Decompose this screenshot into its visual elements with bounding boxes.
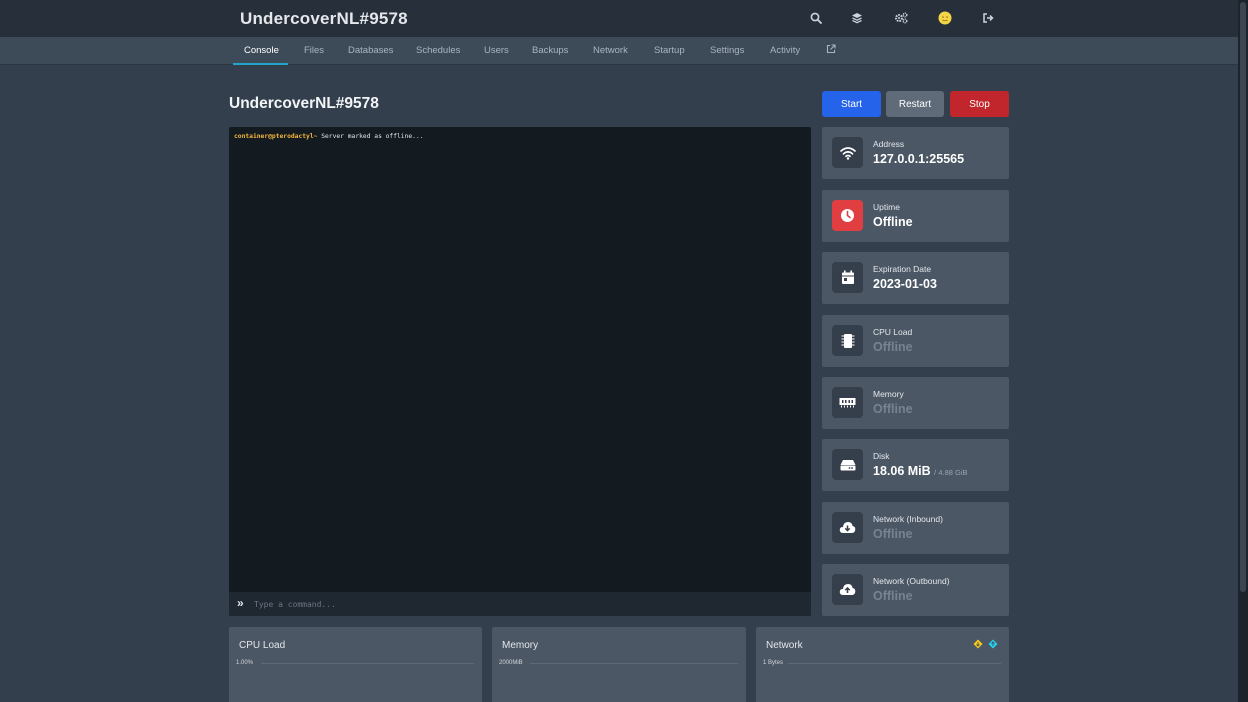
inbound-legend-icon[interactable] xyxy=(973,639,983,649)
console-prompt: container@pterodactyl~ xyxy=(234,133,318,140)
page-title: UndercoverNL#9578 xyxy=(229,95,379,112)
scrollbar-thumb[interactable] xyxy=(1240,2,1246,592)
stat-card-address: Address 127.0.0.1:25565 xyxy=(822,127,1009,179)
stat-value: Offline xyxy=(873,589,913,603)
calendar-icon xyxy=(832,262,863,293)
graph-gridline xyxy=(788,663,1001,664)
clock-icon xyxy=(832,200,863,231)
avatar[interactable] xyxy=(937,10,953,26)
active-tab-indicator xyxy=(233,63,288,65)
stat-value: Offline xyxy=(873,402,913,416)
restart-button[interactable]: Restart xyxy=(886,91,944,117)
stat-card-memory: Memory Offline xyxy=(822,377,1009,429)
graph-card-network: Network 1 Bytes xyxy=(756,627,1009,702)
graph-axis-label: 1.00% xyxy=(236,660,254,666)
tab-files[interactable]: Files xyxy=(304,45,324,56)
console-output: container@pterodactyl~ Server marked as … xyxy=(229,127,811,616)
tab-console[interactable]: Console xyxy=(244,45,279,56)
tab-databases[interactable]: Databases xyxy=(348,45,393,56)
cloud-upload-icon xyxy=(832,574,863,605)
hdd-icon xyxy=(832,449,863,480)
graph-axis-label: 1 Bytes xyxy=(763,660,784,666)
stop-button[interactable]: Stop xyxy=(950,91,1009,117)
console-line: container@pterodactyl~ Server marked as … xyxy=(234,133,424,140)
page-scrollbar[interactable] xyxy=(1238,0,1248,702)
tab-settings[interactable]: Settings xyxy=(710,45,744,56)
disk-limit: / 4.88 GiB xyxy=(934,468,968,477)
stat-label: Address xyxy=(873,139,905,149)
tab-network[interactable]: Network xyxy=(593,45,628,56)
layers-icon[interactable] xyxy=(849,10,865,26)
console-message: Server marked as offline... xyxy=(317,133,424,140)
tab-activity[interactable]: Activity xyxy=(770,45,800,56)
cogs-icon[interactable] xyxy=(893,10,909,26)
stat-card-expiration: Expiration Date 2023-01-03 xyxy=(822,252,1009,304)
chevron-right-icon: » xyxy=(237,596,244,610)
sign-out-icon[interactable] xyxy=(980,10,996,26)
stat-label: Expiration Date xyxy=(873,264,932,274)
tab-startup[interactable]: Startup xyxy=(654,45,685,56)
outbound-legend-icon[interactable] xyxy=(988,639,998,649)
search-icon[interactable] xyxy=(808,10,824,26)
stat-card-uptime: Uptime Offline xyxy=(822,190,1009,242)
graph-axis-label: 2000MiB xyxy=(499,660,523,666)
microchip-icon xyxy=(832,325,863,356)
stat-card-network-inbound: Network (Inbound) Offline xyxy=(822,502,1009,554)
stat-label: Memory xyxy=(873,389,904,399)
stat-card-cpu: CPU Load Offline xyxy=(822,315,1009,367)
tab-users[interactable]: Users xyxy=(484,45,509,56)
graph-gridline xyxy=(261,663,474,664)
stat-value: Offline xyxy=(873,527,913,541)
graph-card-cpu: CPU Load 1.00% xyxy=(229,627,482,702)
graph-card-memory: Memory 2000MiB xyxy=(492,627,746,702)
external-link-icon[interactable] xyxy=(826,44,836,57)
memory-icon xyxy=(832,387,863,418)
server-subnav: Console Files Databases Schedules Users … xyxy=(0,37,1238,65)
wifi-icon xyxy=(832,137,863,168)
command-bar: » xyxy=(229,592,811,616)
stat-label: Uptime xyxy=(873,202,900,212)
graph-title: Memory xyxy=(502,640,539,651)
graph-title: Network xyxy=(766,640,803,651)
start-button[interactable]: Start xyxy=(822,91,881,117)
top-navbar: UndercoverNL#9578 xyxy=(0,0,1238,37)
app-title[interactable]: UndercoverNL#9578 xyxy=(240,9,408,29)
stat-card-network-outbound: Network (Outbound) Offline xyxy=(822,564,1009,616)
stat-label: Network (Inbound) xyxy=(873,514,943,524)
tab-backups[interactable]: Backups xyxy=(532,45,568,56)
tab-schedules[interactable]: Schedules xyxy=(416,45,460,56)
stat-value[interactable]: 127.0.0.1:25565 xyxy=(873,152,964,166)
stat-value: Offline xyxy=(873,215,913,229)
cloud-download-icon xyxy=(832,512,863,543)
command-input[interactable] xyxy=(254,597,794,611)
stat-card-disk: Disk 18.06 MiB / 4.88 GiB xyxy=(822,439,1009,491)
graph-title: CPU Load xyxy=(239,640,286,651)
stat-label: CPU Load xyxy=(873,327,913,337)
stat-value: 2023-01-03 xyxy=(873,277,937,291)
stat-label: Disk xyxy=(873,451,890,461)
stat-value: Offline xyxy=(873,340,913,354)
disk-used: 18.06 MiB xyxy=(873,464,931,478)
stat-label: Network (Outbound) xyxy=(873,576,950,586)
graph-gridline xyxy=(530,663,738,664)
stat-value: 18.06 MiB / 4.88 GiB xyxy=(873,464,968,478)
